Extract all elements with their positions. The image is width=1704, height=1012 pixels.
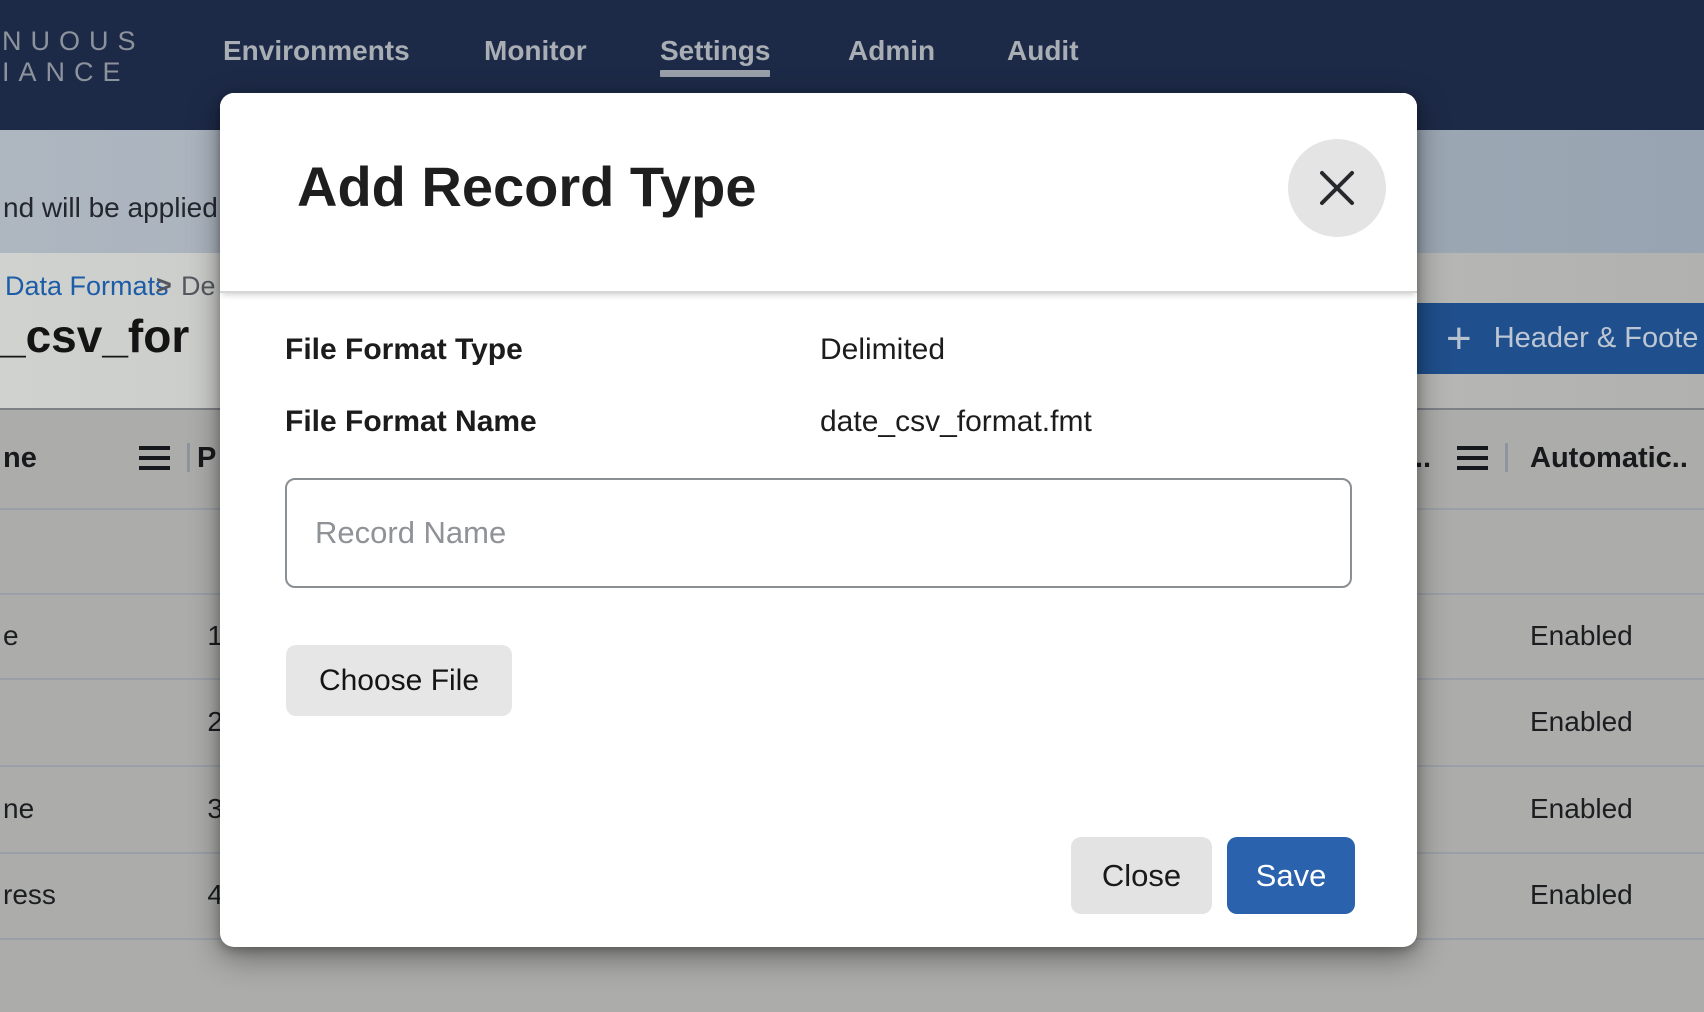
cell-number: 3 (150, 793, 223, 825)
column-separator[interactable] (1505, 443, 1508, 472)
nav-label: Admin (848, 35, 935, 66)
cell-status: Enabled (1530, 620, 1633, 652)
nav-item-environments[interactable]: Environments (223, 36, 410, 66)
cell-status: Enabled (1530, 706, 1633, 738)
active-tab-underline (660, 70, 770, 77)
field-label-file-format-name: File Format Name (285, 405, 537, 439)
dialog-title: Add Record Type (297, 155, 756, 219)
nav-item-settings[interactable]: Settings (660, 36, 770, 77)
save-button[interactable]: Save (1227, 837, 1355, 914)
nav-label: Audit (1007, 35, 1079, 66)
plus-icon: + (1446, 317, 1472, 361)
nav-label: Settings (660, 35, 770, 66)
nav-item-audit[interactable]: Audit (1007, 36, 1079, 66)
page-title: _csv_for (0, 310, 189, 362)
column-header-automatic: Automatic.. (1530, 442, 1688, 474)
nav-label: Environments (223, 35, 410, 66)
nav-item-monitor[interactable]: Monitor (484, 36, 587, 66)
column-menu-icon[interactable] (139, 446, 170, 470)
close-x-icon (1315, 166, 1359, 210)
add-record-type-dialog: Add Record Type File Format Type Delimit… (220, 93, 1417, 947)
cell-status: Enabled (1530, 879, 1633, 911)
logo-line-2: IANCE (2, 57, 130, 87)
cell-name: ne (3, 793, 34, 825)
dialog-header: Add Record Type (220, 93, 1417, 293)
app-root: NUOUSIANCE Environments Monitor Settings… (0, 0, 1704, 1012)
cell-name: e (3, 620, 19, 652)
close-dialog-button[interactable] (1288, 139, 1386, 237)
cell-name: ress (3, 879, 56, 911)
column-header-partial: P (197, 442, 216, 474)
field-value-file-format-type: Delimited (820, 333, 945, 367)
logo-line-1: NUOUS (2, 26, 145, 56)
breadcrumb-chevron-icon: > (156, 270, 172, 301)
column-menu-icon[interactable] (1457, 446, 1488, 470)
header-footer-button[interactable]: + Header & Foote (1412, 303, 1704, 374)
field-value-file-format-name: date_csv_format.fmt (820, 405, 1092, 439)
field-label-file-format-type: File Format Type (285, 333, 523, 367)
brand-logo: NUOUSIANCE (2, 26, 145, 88)
column-header-name: ne (3, 442, 37, 474)
cell-number: 2 (150, 706, 223, 738)
close-button[interactable]: Close (1071, 837, 1212, 914)
record-name-input[interactable] (285, 478, 1352, 588)
cell-number: 1 (150, 620, 223, 652)
choose-file-button[interactable]: Choose File (286, 645, 512, 716)
nav-label: Monitor (484, 35, 587, 66)
cell-status: Enabled (1530, 793, 1633, 825)
breadcrumb-current: De (181, 271, 216, 302)
cell-number: 4 (150, 879, 223, 911)
column-separator[interactable] (187, 443, 190, 472)
column-header-truncated: .. (1415, 442, 1431, 474)
nav-item-admin[interactable]: Admin (848, 36, 935, 66)
breadcrumb-link-data-formats[interactable]: Data Formats (5, 271, 169, 302)
header-footer-button-label: Header & Foote (1494, 322, 1699, 355)
